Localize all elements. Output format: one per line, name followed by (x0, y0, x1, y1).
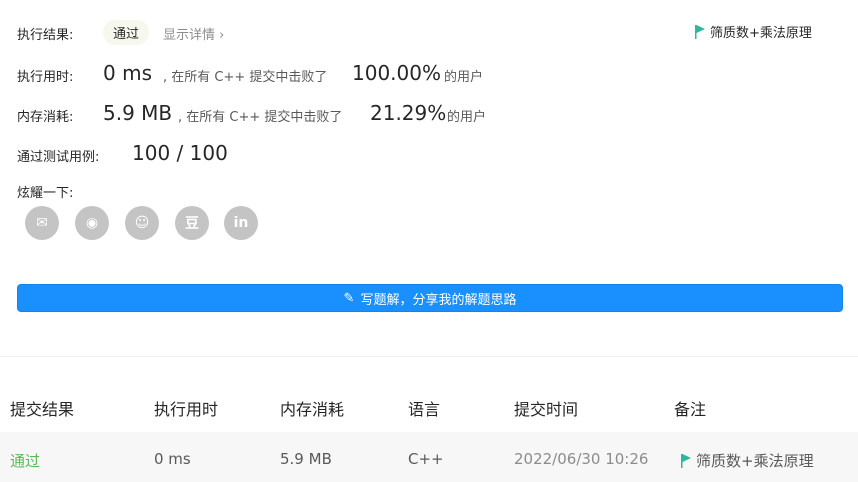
memory-value: 5.9 MB (103, 101, 173, 125)
row-memory: 5.9 MB (280, 450, 332, 468)
linkedin-icon[interactable]: in (224, 206, 258, 240)
flag-icon (681, 454, 691, 468)
runtime-beat-text: , 在所有 C++ 提交中击败了 (163, 70, 328, 85)
row-runtime: 0 ms (154, 450, 191, 468)
qq-icon[interactable]: ☺ (125, 206, 159, 240)
chevron-right-icon: › (219, 28, 225, 43)
col-header-time: 提交时间 (514, 400, 579, 419)
show-details-link[interactable]: 显示详情 › (163, 24, 224, 43)
section-divider (0, 356, 858, 357)
memory-label: 内存消耗: (17, 110, 74, 125)
memory-percent: 21.29% (370, 101, 447, 125)
share-label: 炫耀一下: (17, 186, 74, 201)
runtime-value: 0 ms (103, 61, 152, 85)
tests-value: 100 / 100 (132, 141, 228, 165)
show-details-label: 显示详情 (163, 28, 216, 43)
memory-suffix: 的用户 (447, 110, 487, 125)
col-header-memory: 内存消耗 (280, 400, 345, 419)
flag-icon (695, 25, 705, 39)
col-header-note: 备注 (674, 400, 707, 419)
col-header-language: 语言 (408, 400, 441, 419)
write-solution-label: 写题解，分享我的解题思路 (360, 292, 517, 308)
col-header-runtime: 执行用时 (154, 400, 219, 419)
runtime-label: 执行用时: (17, 70, 74, 85)
result-label: 执行结果: (17, 28, 74, 43)
row-time: 2022/06/30 10:26 (514, 450, 649, 468)
weibo-icon[interactable]: ◉ (75, 206, 109, 240)
row-note-label: 筛质数+乘法原理 (696, 452, 814, 470)
col-header-result: 提交结果 (10, 400, 75, 419)
problem-tag-label: 筛质数+乘法原理 (710, 26, 812, 41)
row-note[interactable]: 筛质数+乘法原理 (680, 450, 814, 471)
tests-label: 通过测试用例: (17, 150, 100, 165)
row-language: C++ (408, 450, 444, 468)
problem-tag[interactable]: 筛质数+乘法原理 (694, 22, 812, 41)
runtime-percent: 100.00% (352, 61, 441, 85)
row-status-link[interactable]: 通过 (10, 450, 40, 471)
runtime-suffix: 的用户 (444, 70, 484, 85)
wechat-icon[interactable]: ✉ (25, 206, 59, 240)
douban-icon[interactable]: 豆 (175, 206, 209, 240)
pencil-icon: ✎ (343, 290, 355, 306)
write-solution-button[interactable]: ✎ 写题解，分享我的解题思路 (17, 284, 843, 312)
status-badge: 通过 (103, 20, 150, 45)
memory-beat-text: , 在所有 C++ 提交中击败了 (178, 110, 343, 125)
